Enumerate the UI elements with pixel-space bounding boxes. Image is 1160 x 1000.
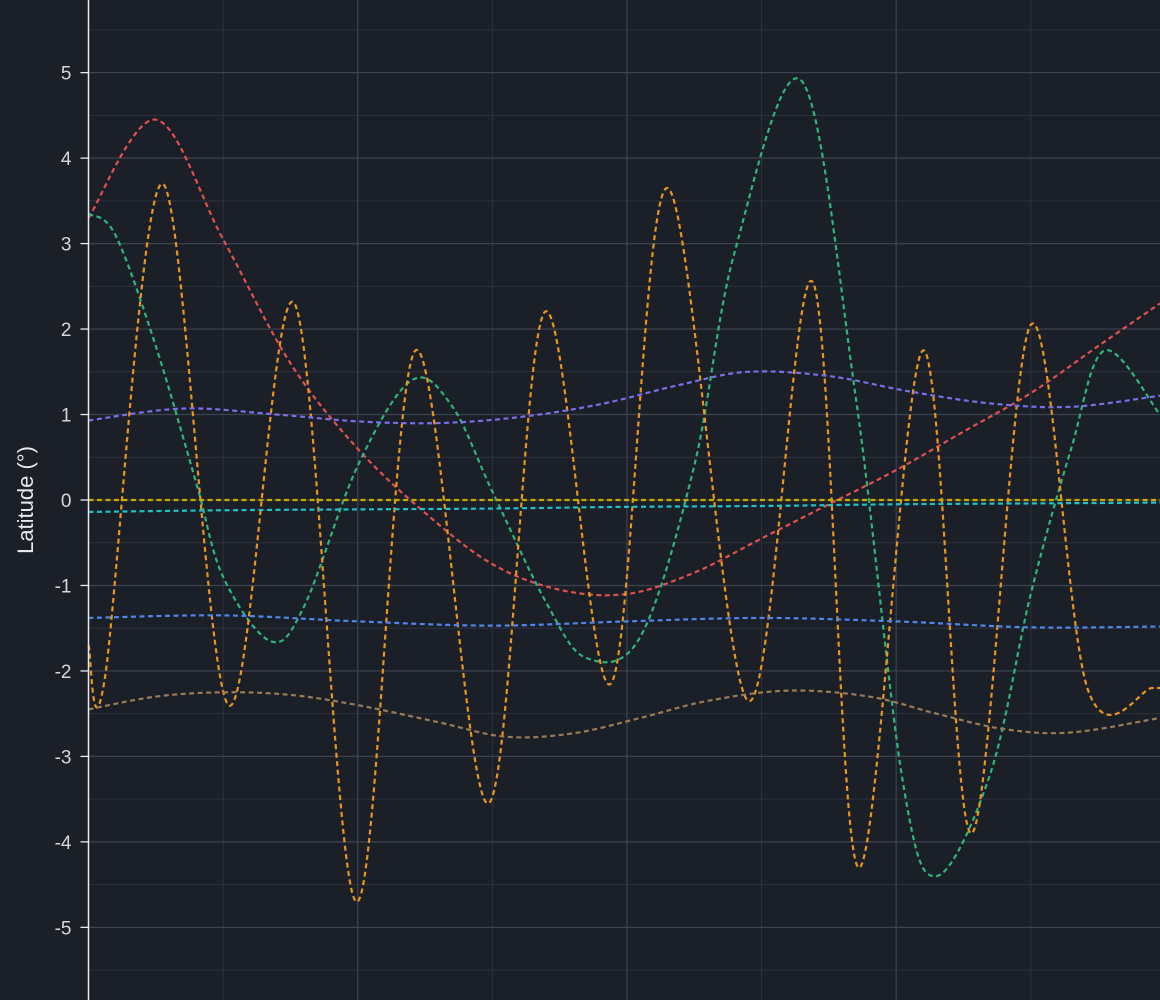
series-lines	[87, 77, 1160, 903]
y-tick-label: -2	[55, 662, 72, 683]
series-line-1	[87, 118, 1160, 597]
y-tick-label: 4	[61, 149, 72, 170]
y-axis-ticks: -5 -4 -3 -2 -1 0 1 2 3 4 5	[55, 64, 89, 939]
y-tick-label: -4	[55, 833, 72, 854]
y-tick-label: 0	[61, 491, 72, 512]
series-line-4	[88, 370, 1160, 425]
y-tick-label: 2	[61, 320, 72, 341]
y-tick-label: 3	[61, 235, 72, 256]
y-tick-label: -1	[55, 576, 72, 597]
y-axis-title: Latitude (°)	[13, 446, 38, 554]
y-tick-label: -5	[55, 918, 72, 939]
y-tick-label: 1	[61, 406, 72, 427]
line-chart: -5 -4 -3 -2 -1 0 1 2 3 4 5 Latitude (°)	[13, 0, 1160, 1000]
y-tick-label: 5	[61, 64, 72, 85]
y-tick-label: -3	[55, 747, 72, 768]
series-line-6	[88, 501, 1160, 514]
